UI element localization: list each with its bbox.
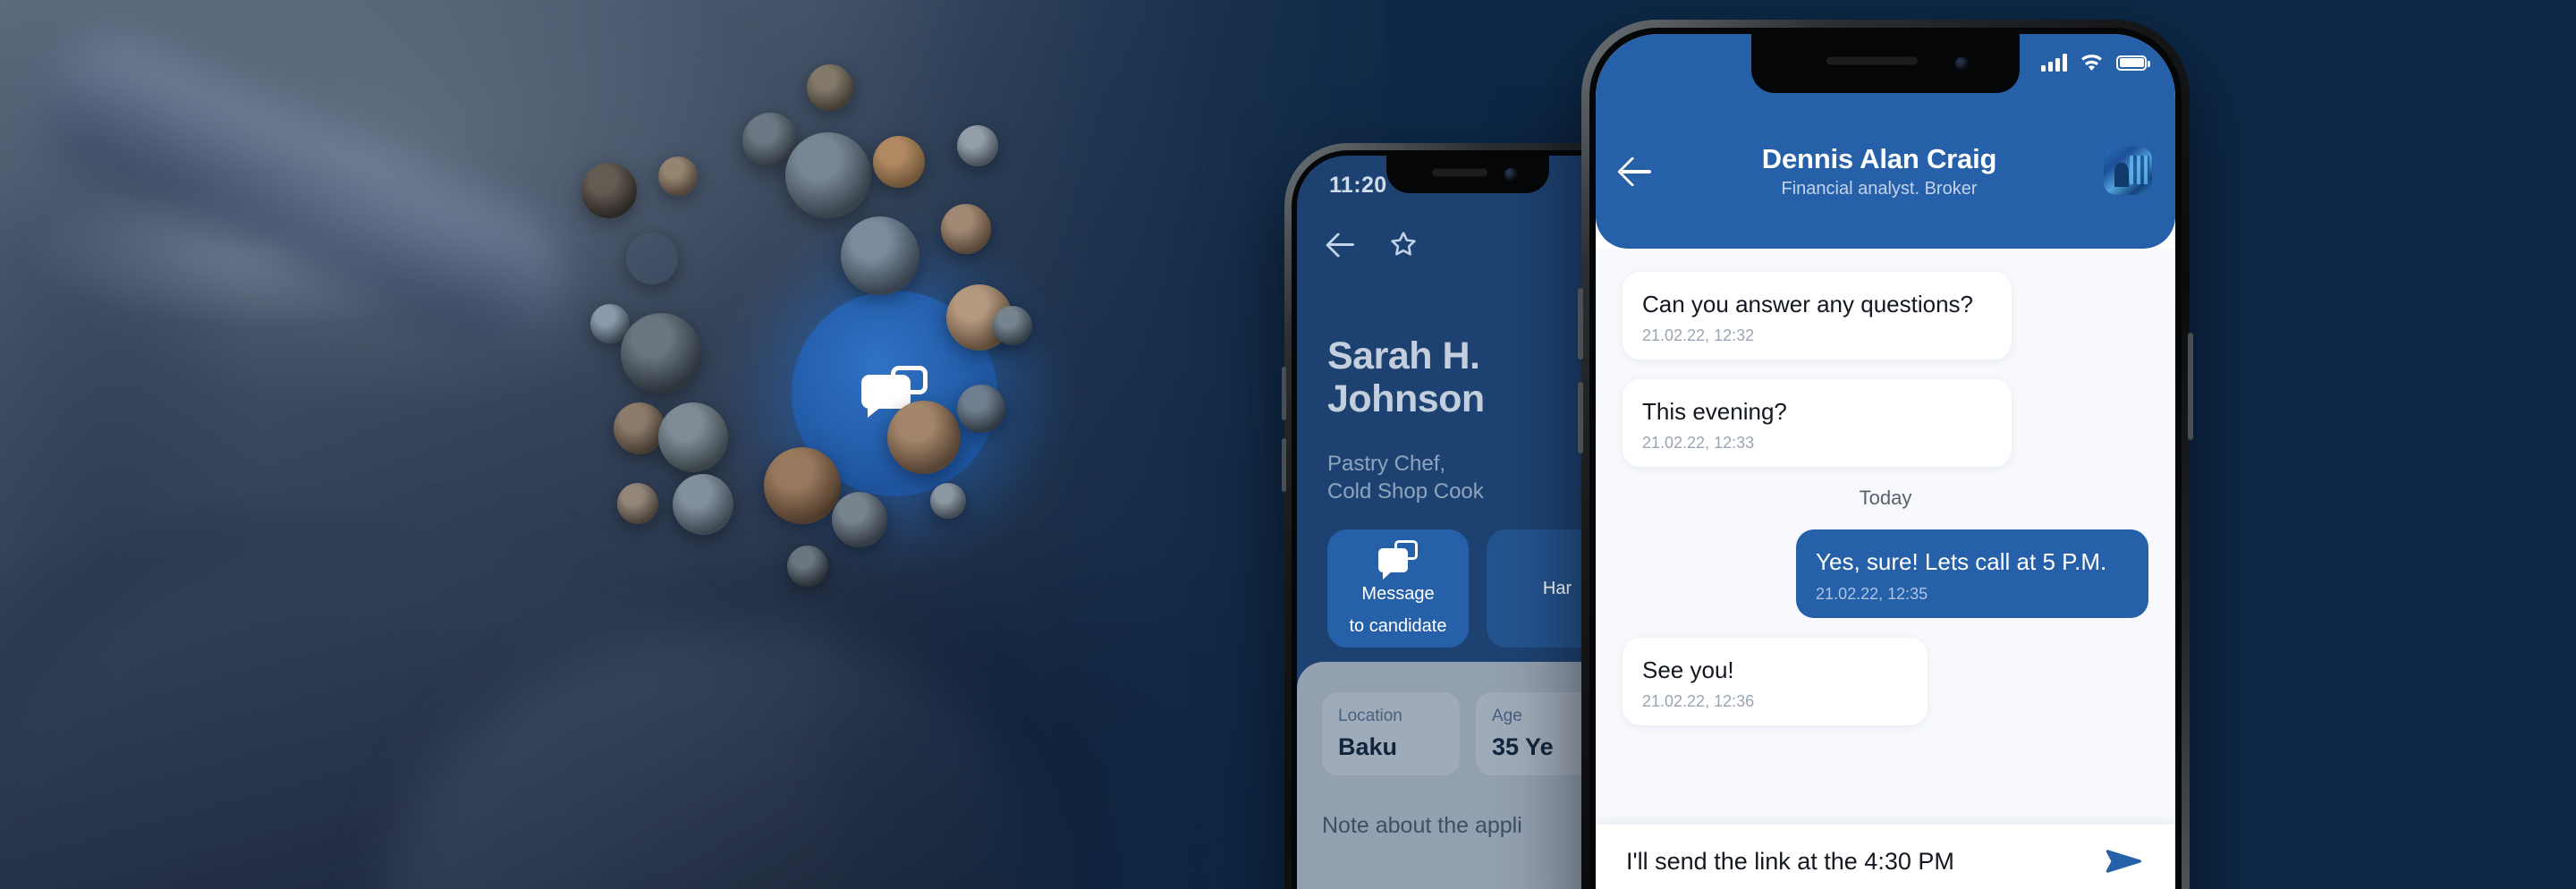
message-timestamp: 21.02.22, 12:36	[1642, 691, 1755, 710]
chat-message-list[interactable]: Can you answer any questions? 21.02.22, …	[1596, 249, 2175, 889]
message-text: This evening?	[1642, 398, 1787, 426]
candidate-name-line1: Sarah H.	[1327, 334, 1480, 377]
earpiece-speaker	[1826, 56, 1918, 65]
candidate-role-line2: Cold Shop Cook	[1327, 478, 1484, 504]
message-button-label-line2: to candidate	[1349, 616, 1447, 636]
avatar[interactable]	[957, 125, 998, 166]
contact-avatar[interactable]	[2104, 147, 2152, 195]
avatar[interactable]	[887, 401, 961, 474]
avatar[interactable]	[832, 492, 887, 547]
status-time: 11:20	[1329, 172, 1387, 198]
front-camera	[1955, 56, 1969, 71]
volume-up-button[interactable]	[1578, 288, 1583, 360]
candidate-name-line2: Johnson	[1327, 377, 1485, 421]
candidate-role: Pastry Chef, Cold Shop Cook	[1327, 451, 1596, 505]
message-text: Yes, sure! Lets call at 5 P.M.	[1816, 548, 2107, 576]
phone-notch	[1386, 156, 1549, 193]
avatar[interactable]	[957, 385, 1005, 433]
message-bubble: See you! 21.02.22, 12:36	[1623, 637, 1928, 725]
arrow-left-icon[interactable]	[1619, 153, 1655, 189]
candidate-name: Sarah H. Johnson	[1327, 334, 1614, 420]
fact-location-label: Location	[1338, 707, 1402, 725]
fact-location-value: Baku	[1338, 733, 1398, 760]
avatar[interactable]	[673, 474, 733, 535]
avatar[interactable]	[658, 157, 698, 196]
volume-down-button[interactable]	[1578, 382, 1583, 453]
avatar-cluster	[572, 54, 1216, 814]
candidate-role-line1: Pastry Chef,	[1327, 452, 1446, 476]
avatar[interactable]	[626, 233, 678, 284]
chat-phone: Dennis Alan Craig Financial analyst. Bro…	[1578, 20, 2193, 889]
fact-location: Location Baku	[1322, 692, 1460, 775]
avatar[interactable]	[841, 216, 919, 295]
message-timestamp: 21.02.22, 12:32	[1642, 326, 1755, 345]
message-input[interactable]: I'll send the link at the 4:30 PM	[1626, 848, 2106, 876]
message-bubble: This evening? 21.02.22, 12:33	[1623, 379, 2012, 468]
send-arrow-icon[interactable]	[2106, 846, 2145, 876]
avatar[interactable]	[993, 306, 1032, 345]
avatar[interactable]	[617, 483, 658, 524]
avatar[interactable]	[764, 447, 841, 524]
chat-input-bar: I'll send the link at the 4:30 PM	[1596, 825, 2175, 889]
contact-name: Dennis Alan Craig	[1761, 142, 1997, 174]
message-button-label-line1: Message	[1361, 584, 1435, 604]
message-text: Can you answer any questions?	[1642, 291, 1974, 318]
profile-nav-bar	[1327, 229, 1419, 259]
day-divider: Today	[1859, 487, 1912, 510]
message-to-candidate-button[interactable]: Message to candidate	[1327, 529, 1469, 648]
volume-down-button[interactable]	[1282, 438, 1286, 492]
avatar[interactable]	[785, 132, 871, 218]
chat-contact-info: Dennis Alan Craig Financial analyst. Bro…	[1655, 142, 2104, 199]
signal-bars-icon	[2041, 54, 2067, 72]
chat-header: Dennis Alan Craig Financial analyst. Bro…	[1596, 122, 2175, 220]
earpiece-speaker	[1431, 168, 1487, 177]
volume-button[interactable]	[1282, 367, 1286, 420]
avatar[interactable]	[787, 546, 828, 587]
contact-role: Financial analyst. Broker	[1781, 179, 1978, 199]
chat-status-bar	[2041, 54, 2150, 72]
message-timestamp: 21.02.22, 12:35	[1816, 584, 1928, 603]
front-camera	[1504, 167, 1519, 182]
arrow-left-icon[interactable]	[1327, 229, 1358, 259]
chat-bubbles-icon	[1378, 540, 1418, 572]
message-text: See you!	[1642, 656, 1734, 683]
hero-banner: 11:20 Sarah H. Johnson Pastry Chef, Cold…	[0, 0, 2576, 889]
message-bubble: Can you answer any questions? 21.02.22, …	[1623, 272, 2012, 360]
note-heading: Note about the appli	[1322, 813, 1522, 838]
avatar[interactable]	[621, 313, 701, 394]
wifi-icon	[2081, 54, 2102, 71]
power-button[interactable]	[2188, 333, 2193, 440]
hire-button-label: Har	[1542, 579, 1572, 598]
avatar[interactable]	[807, 64, 853, 111]
message-bubble: Yes, sure! Lets call at 5 P.M. 21.02.22,…	[1796, 529, 2148, 618]
message-timestamp: 21.02.22, 12:33	[1642, 434, 1755, 453]
star-outline-icon[interactable]	[1388, 229, 1419, 259]
phone-notch	[1751, 34, 2020, 93]
avatar[interactable]	[658, 402, 728, 472]
avatar[interactable]	[581, 163, 637, 218]
chat-screen: Dennis Alan Craig Financial analyst. Bro…	[1596, 34, 2175, 889]
battery-full-icon	[2116, 55, 2150, 71]
candidate-facts: Location Baku Age 35 Ye	[1322, 692, 1614, 775]
avatar[interactable]	[941, 204, 991, 254]
avatar[interactable]	[930, 483, 966, 519]
avatar[interactable]	[873, 136, 925, 188]
